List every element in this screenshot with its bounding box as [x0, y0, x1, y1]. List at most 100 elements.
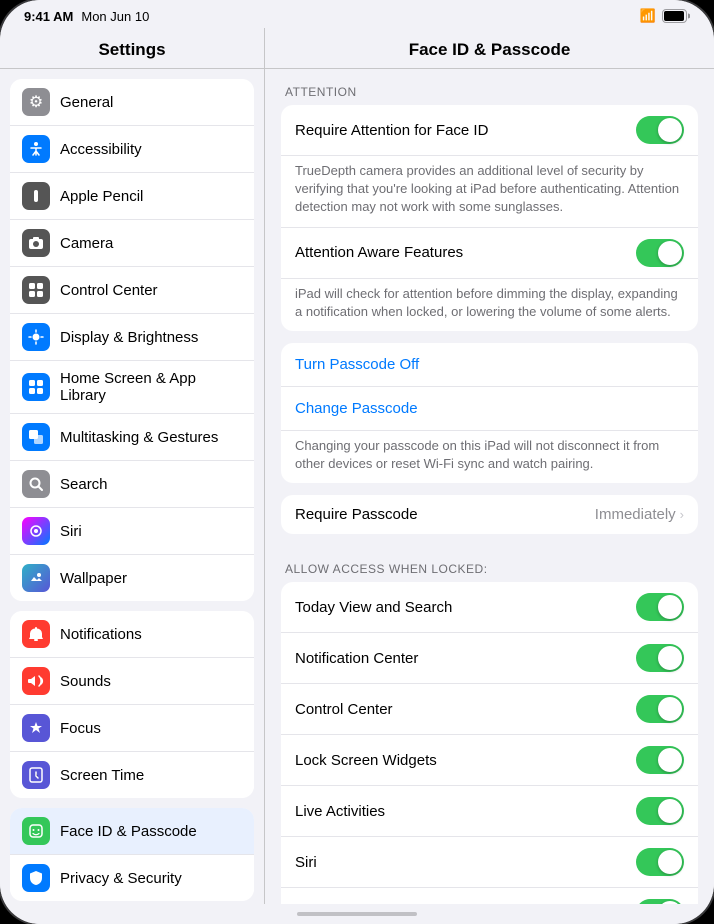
sidebar-item-display[interactable]: Display & Brightness — [10, 314, 254, 361]
sidebar-item-display-label: Display & Brightness — [60, 329, 242, 346]
status-date: Mon Jun 10 — [81, 9, 149, 24]
attention-section-label: ATTENTION — [281, 69, 698, 105]
today-view-row[interactable]: Today View and Search — [281, 582, 698, 633]
general-icon: ⚙ — [22, 88, 50, 116]
main-content: Settings ⚙ General Accessibility — [0, 28, 714, 904]
sidebar-item-siri-label: Siri — [60, 523, 242, 540]
display-icon — [22, 323, 50, 351]
sidebar-item-multitasking[interactable]: Multitasking & Gestures — [10, 414, 254, 461]
camera-icon — [22, 229, 50, 257]
status-time: 9:41 AM — [24, 9, 73, 24]
sidebar: Settings ⚙ General Accessibility — [0, 28, 265, 904]
sidebar-item-privacy-label: Privacy & Security — [60, 870, 242, 887]
notifications-icon — [22, 620, 50, 648]
lock-screen-widgets-label: Lock Screen Widgets — [295, 752, 636, 769]
attention-aware-toggle[interactable] — [636, 239, 684, 267]
siri-row[interactable]: Siri — [281, 837, 698, 888]
require-attention-label: Require Attention for Face ID — [295, 122, 636, 139]
sidebar-item-face-id[interactable]: Face ID & Passcode — [10, 808, 254, 855]
require-attention-desc: TrueDepth camera provides an additional … — [281, 156, 698, 227]
sidebar-item-notifications[interactable]: Notifications — [10, 611, 254, 658]
passcode-note: Changing your passcode on this iPad will… — [281, 431, 698, 483]
today-view-label: Today View and Search — [295, 599, 636, 616]
wifi-icon: 📶 — [640, 8, 656, 24]
lock-screen-widgets-row[interactable]: Lock Screen Widgets — [281, 735, 698, 786]
lock-screen-widgets-toggle[interactable] — [636, 746, 684, 774]
require-passcode-row[interactable]: Require Passcode Immediately › — [281, 495, 698, 534]
sidebar-item-sounds[interactable]: Sounds — [10, 658, 254, 705]
turn-passcode-off-label: Turn Passcode Off — [295, 356, 684, 373]
search-icon — [22, 470, 50, 498]
home-control-toggle[interactable] — [636, 899, 684, 904]
control-center-toggle[interactable] — [636, 695, 684, 723]
home-bar — [297, 912, 417, 916]
sidebar-group-3: Face ID & Passcode Privacy & Security — [10, 808, 254, 901]
siri-toggle[interactable] — [636, 848, 684, 876]
sidebar-item-wallpaper[interactable]: Wallpaper — [10, 555, 254, 601]
turn-passcode-off-row[interactable]: Turn Passcode Off — [281, 343, 698, 387]
focus-icon — [22, 714, 50, 742]
allow-access-label: ALLOW ACCESS WHEN LOCKED: — [281, 546, 698, 582]
chevron-right-icon: › — [680, 507, 684, 522]
control-center-icon — [22, 276, 50, 304]
sidebar-item-apple-pencil-label: Apple Pencil — [60, 188, 242, 205]
require-passcode-label: Require Passcode — [295, 506, 595, 523]
sidebar-group-1: ⚙ General Accessibility Apple Pencil — [10, 79, 254, 601]
multitasking-icon — [22, 423, 50, 451]
sidebar-item-general[interactable]: ⚙ General — [10, 79, 254, 126]
status-right: 📶 — [640, 8, 690, 24]
require-passcode-card: Require Passcode Immediately › — [281, 495, 698, 534]
change-passcode-row[interactable]: Change Passcode — [281, 387, 698, 431]
home-control-row[interactable]: Home Control — [281, 888, 698, 904]
sidebar-item-screen-time-label: Screen Time — [60, 767, 242, 784]
attention-aware-label: Attention Aware Features — [295, 244, 636, 261]
sidebar-item-face-id-label: Face ID & Passcode — [60, 823, 242, 840]
control-center-label: Control Center — [295, 701, 636, 718]
sidebar-title: Settings — [0, 28, 264, 69]
live-activities-toggle[interactable] — [636, 797, 684, 825]
status-bar: 9:41 AM Mon Jun 10 📶 — [0, 0, 714, 28]
sidebar-item-sounds-label: Sounds — [60, 673, 242, 690]
sidebar-item-search[interactable]: Search — [10, 461, 254, 508]
sidebar-item-search-label: Search — [60, 476, 242, 493]
accessibility-icon — [22, 135, 50, 163]
device: 9:41 AM Mon Jun 10 📶 Settings — [0, 0, 714, 924]
attention-card: Require Attention for Face ID TrueDepth … — [281, 105, 698, 331]
live-activities-row[interactable]: Live Activities — [281, 786, 698, 837]
control-center-row[interactable]: Control Center — [281, 684, 698, 735]
sidebar-item-accessibility-label: Accessibility — [60, 141, 242, 158]
sidebar-item-screen-time[interactable]: Screen Time — [10, 752, 254, 798]
panel-content: ATTENTION Require Attention for Face ID … — [265, 69, 714, 904]
sounds-icon — [22, 667, 50, 695]
require-attention-row[interactable]: Require Attention for Face ID — [281, 105, 698, 156]
sidebar-group-2: Notifications Sounds Focus — [10, 611, 254, 798]
face-id-icon — [22, 817, 50, 845]
panel-title: Face ID & Passcode — [265, 28, 714, 69]
attention-aware-desc: iPad will check for attention before dim… — [281, 279, 698, 331]
apple-pencil-icon — [22, 182, 50, 210]
attention-aware-row[interactable]: Attention Aware Features — [281, 228, 698, 279]
require-attention-toggle[interactable] — [636, 116, 684, 144]
sidebar-item-control-center[interactable]: Control Center — [10, 267, 254, 314]
sidebar-item-camera[interactable]: Camera — [10, 220, 254, 267]
sidebar-item-home-screen[interactable]: Home Screen & App Library — [10, 361, 254, 414]
notification-center-row[interactable]: Notification Center — [281, 633, 698, 684]
sidebar-item-focus[interactable]: Focus — [10, 705, 254, 752]
home-bar-container — [0, 904, 714, 924]
sidebar-item-focus-label: Focus — [60, 720, 242, 737]
sidebar-item-wallpaper-label: Wallpaper — [60, 570, 242, 587]
battery-icon — [662, 9, 690, 23]
notification-center-toggle[interactable] — [636, 644, 684, 672]
live-activities-label: Live Activities — [295, 803, 636, 820]
require-passcode-value: Immediately — [595, 506, 676, 523]
sidebar-item-accessibility[interactable]: Accessibility — [10, 126, 254, 173]
sidebar-item-siri[interactable]: Siri — [10, 508, 254, 555]
privacy-icon — [22, 864, 50, 892]
today-view-toggle[interactable] — [636, 593, 684, 621]
sidebar-item-privacy[interactable]: Privacy & Security — [10, 855, 254, 901]
notification-center-label: Notification Center — [295, 650, 636, 667]
siri-allow-label: Siri — [295, 854, 636, 871]
allow-access-card: Today View and Search Notification Cente… — [281, 582, 698, 904]
sidebar-item-apple-pencil[interactable]: Apple Pencil — [10, 173, 254, 220]
passcode-links-card: Turn Passcode Off Change Passcode Changi… — [281, 343, 698, 483]
